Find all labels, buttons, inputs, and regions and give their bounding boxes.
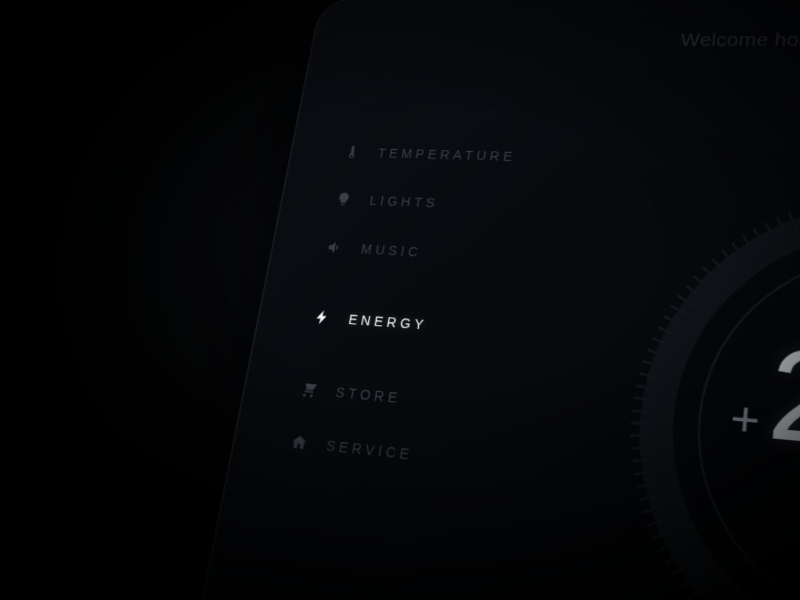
sidebar-item-label: MUSIC (360, 242, 423, 260)
dial-sign: + (728, 392, 762, 449)
sidebar-item-label: LIGHTS (368, 193, 439, 210)
sidebar-item-energy[interactable]: ENERGY (307, 292, 495, 356)
thermometer-icon (341, 142, 364, 161)
sidebar-item-label: SERVICE (325, 437, 414, 462)
sidebar-item-lights[interactable]: LIGHTS (330, 175, 513, 231)
cart-icon (297, 378, 321, 401)
sidebar-item-label: TEMPERATURE (377, 146, 517, 164)
lightning-icon (310, 306, 334, 328)
sidebar-menu: TEMPERATURE LIGHTS MUSIC ENERGY (284, 129, 519, 489)
device-frame: Welcome home, Joseph! TEMPERATURE LIGHTS (190, 0, 800, 600)
lightbulb-icon (332, 189, 355, 209)
sidebar-item-music[interactable]: MUSIC (320, 223, 505, 282)
sidebar-item-label: ENERGY (347, 312, 428, 333)
sidebar-item-label: STORE (335, 384, 403, 406)
house-icon (287, 431, 312, 455)
greeting-prefix: Welcome home, (680, 30, 800, 50)
dial-value: + 20 (727, 327, 800, 474)
welcome-header: Welcome home, Joseph! (680, 30, 800, 52)
dial-number: 20 (764, 329, 800, 473)
speaker-icon (323, 237, 346, 258)
sidebar-item-temperature[interactable]: TEMPERATURE (338, 129, 519, 181)
energy-dial[interactable]: + 20 (615, 192, 800, 600)
